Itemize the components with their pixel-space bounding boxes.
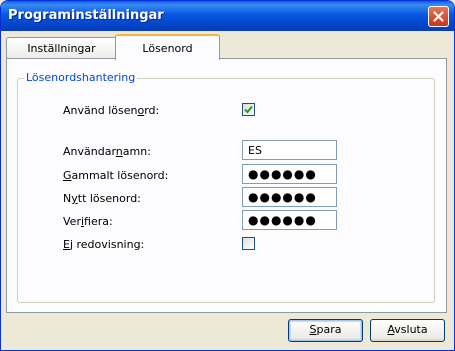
group-legend: Lösenordshantering: [24, 71, 138, 84]
close-button[interactable]: [428, 6, 449, 27]
old-password-field[interactable]: ●●●●●●: [242, 164, 337, 184]
tab-installningar-label: Inställningar: [27, 42, 96, 55]
window-title: Programinställningar: [8, 8, 164, 23]
use-password-checkbox[interactable]: [242, 103, 255, 116]
settings-window: Programinställningar Inställningar Lösen…: [0, 0, 455, 351]
username-field[interactable]: ES: [242, 140, 337, 160]
password-group: Lösenordshantering Använd lösenord: Anvä…: [17, 71, 435, 303]
verify-password-field[interactable]: ●●●●●●: [242, 210, 337, 230]
username-label: Användarnamn:: [63, 145, 151, 158]
quit-button[interactable]: Avsluta: [370, 319, 445, 342]
no-reporting-checkbox[interactable]: [242, 237, 255, 250]
tab-losenord[interactable]: Lösenord: [115, 34, 220, 60]
tab-panel: Lösenordshantering Använd lösenord: Anvä…: [6, 58, 447, 313]
title-bar[interactable]: Programinställningar: [1, 1, 454, 31]
tab-installningar[interactable]: Inställningar: [6, 37, 117, 59]
no-reporting-label: Ej redovisning:: [63, 238, 145, 251]
new-password-label: Nytt lösenord:: [63, 192, 141, 205]
tab-losenord-label: Lösenord: [142, 42, 193, 55]
old-password-label: Gammalt lösenord:: [63, 169, 169, 182]
close-icon: [433, 11, 444, 22]
checkmark-icon: [244, 105, 253, 114]
verify-label: Verifiera:: [63, 215, 113, 228]
new-password-field[interactable]: ●●●●●●: [242, 187, 337, 207]
save-button[interactable]: Spara: [288, 319, 363, 342]
use-password-label: Använd lösenord:: [63, 104, 160, 117]
